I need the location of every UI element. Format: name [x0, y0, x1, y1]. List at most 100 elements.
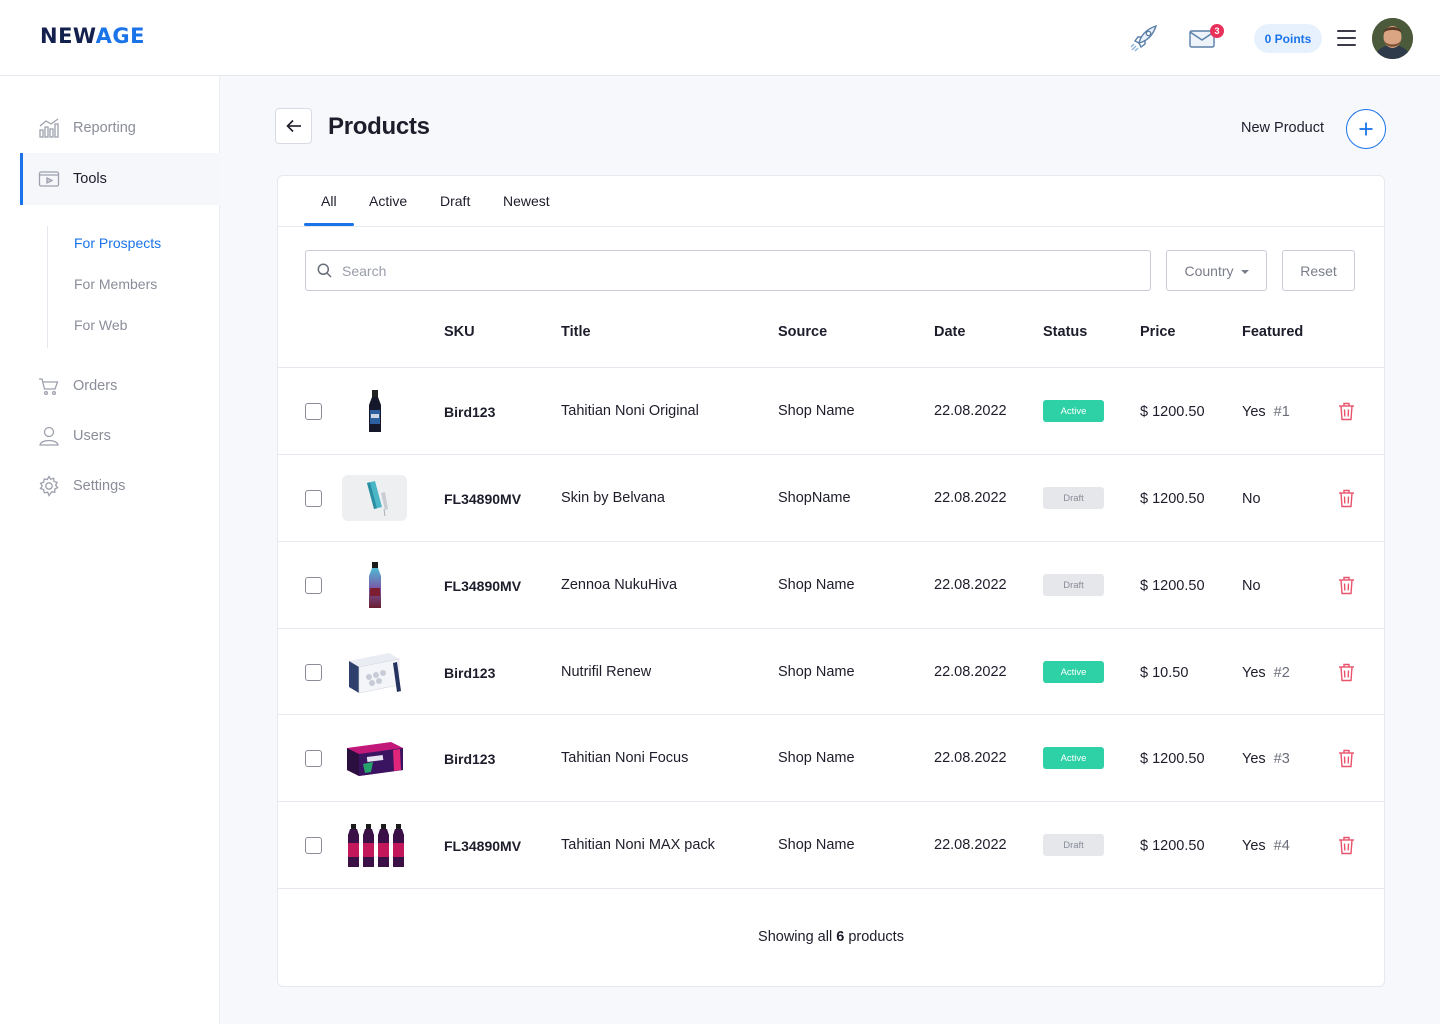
search-icon: [317, 263, 332, 278]
caret-down-icon: [1240, 269, 1249, 274]
row-checkbox[interactable]: [305, 577, 322, 594]
row-checkbox[interactable]: [305, 837, 322, 854]
row-checkbox[interactable]: [305, 664, 322, 681]
page-title: Products: [328, 113, 430, 140]
product-title[interactable]: Nutrifil Renew: [561, 664, 651, 680]
sidebar-item-tools[interactable]: Tools: [20, 153, 220, 205]
product-title[interactable]: Tahitian Noni Original: [561, 403, 699, 419]
tools-icon: [38, 168, 60, 190]
status-badge: Active: [1043, 747, 1104, 769]
featured-rank: #4: [1273, 838, 1290, 854]
product-price: $ 10.50: [1140, 665, 1189, 681]
table-row[interactable]: Bird123 Tahitian Noni Original Shop Name…: [278, 368, 1384, 455]
hamburger-icon[interactable]: [1337, 30, 1356, 46]
product-featured: Yes #4: [1242, 838, 1290, 854]
search-box[interactable]: [305, 250, 1151, 291]
status-badge: Active: [1043, 400, 1104, 422]
top-bar: NEWAGE 3 0 Points: [0, 0, 1440, 76]
delete-icon[interactable]: [1338, 489, 1355, 508]
tab-active[interactable]: Active: [369, 193, 407, 209]
column-header-price[interactable]: Price: [1140, 324, 1175, 340]
product-date: 22.08.2022: [934, 664, 1007, 680]
submenu-item-for-members[interactable]: For Members: [74, 276, 157, 292]
product-featured: Yes #3: [1242, 751, 1290, 767]
product-image: [342, 726, 407, 791]
product-source: Shop Name: [778, 577, 855, 593]
delete-icon[interactable]: [1338, 663, 1355, 682]
product-date: 22.08.2022: [934, 750, 1007, 766]
product-source: ShopName: [778, 490, 851, 506]
featured-value: Yes: [1242, 751, 1266, 767]
featured-value: Yes: [1242, 838, 1266, 854]
sidebar-item-settings[interactable]: Settings: [20, 461, 220, 511]
product-image: [342, 640, 407, 705]
column-header-date[interactable]: Date: [934, 324, 965, 340]
product-sku: Bird123: [444, 751, 496, 767]
reset-button[interactable]: Reset: [1282, 250, 1355, 291]
column-header-status[interactable]: Status: [1043, 324, 1087, 340]
product-title[interactable]: Tahitian Noni Focus: [561, 750, 688, 766]
table-row[interactable]: FL34890MV Zennoa NukuHiva Shop Name 22.0…: [278, 542, 1384, 629]
status-badge: Draft: [1043, 574, 1104, 596]
sidebar-item-label: Tools: [73, 171, 107, 187]
product-date: 22.08.2022: [934, 837, 1007, 853]
delete-icon[interactable]: [1338, 402, 1355, 421]
add-product-button[interactable]: [1346, 109, 1386, 149]
arrow-left-icon: [285, 119, 301, 133]
active-tab-indicator: [304, 223, 354, 226]
table-row[interactable]: Bird123 Nutrifil Renew Shop Name 22.08.2…: [278, 629, 1384, 715]
product-featured: Yes #2: [1242, 665, 1290, 681]
table-row[interactable]: Bird123 Tahitian Noni Focus Shop Name 22…: [278, 715, 1384, 802]
product-price: $ 1200.50: [1140, 491, 1205, 507]
submenu-item-for-prospects[interactable]: For Prospects: [74, 235, 161, 251]
product-image: [342, 553, 407, 618]
tab-all[interactable]: All: [321, 193, 337, 209]
product-title[interactable]: Skin by Belvana: [561, 490, 665, 506]
points-badge[interactable]: 0 Points: [1254, 24, 1322, 53]
column-header-title[interactable]: Title: [561, 324, 591, 340]
brand-logo[interactable]: NEWAGE: [40, 24, 145, 48]
country-dropdown[interactable]: Country: [1166, 250, 1267, 291]
product-source: Shop Name: [778, 837, 855, 853]
chart-icon: [38, 117, 60, 139]
delete-icon[interactable]: [1338, 749, 1355, 768]
product-source: Shop Name: [778, 664, 855, 680]
avatar[interactable]: [1372, 18, 1413, 59]
sidebar-item-reporting[interactable]: Reporting: [20, 103, 220, 153]
sidebar-item-orders[interactable]: Orders: [20, 361, 220, 411]
user-icon: [38, 425, 60, 447]
column-header-sku[interactable]: SKU: [444, 324, 475, 340]
logo-text-age: AGE: [95, 24, 145, 48]
country-dropdown-label: Country: [1184, 262, 1234, 279]
tab-newest[interactable]: Newest: [503, 193, 550, 209]
delete-icon[interactable]: [1338, 576, 1355, 595]
sidebar-item-users[interactable]: Users: [20, 411, 220, 461]
row-checkbox[interactable]: [305, 750, 322, 767]
product-date: 22.08.2022: [934, 577, 1007, 593]
product-image: [342, 813, 407, 878]
search-input[interactable]: [342, 262, 1122, 279]
product-source: Shop Name: [778, 403, 855, 419]
sidebar: Reporting Tools For Prospects For Member…: [0, 76, 220, 1024]
product-title[interactable]: Zennoa NukuHiva: [561, 577, 677, 593]
tab-draft[interactable]: Draft: [440, 193, 470, 209]
column-header-featured[interactable]: Featured: [1242, 324, 1303, 340]
status-badge: Draft: [1043, 487, 1104, 509]
submenu-item-for-web[interactable]: For Web: [74, 317, 127, 333]
product-title[interactable]: Tahitian Noni MAX pack: [561, 837, 715, 853]
column-header-source[interactable]: Source: [778, 324, 827, 340]
status-badge: Draft: [1043, 834, 1104, 856]
rocket-icon[interactable]: [1128, 22, 1160, 54]
delete-icon[interactable]: [1338, 836, 1355, 855]
results-prefix: Showing all: [758, 929, 833, 945]
back-button[interactable]: [275, 108, 312, 144]
mail-icon[interactable]: 3: [1186, 22, 1224, 54]
products-card: All Active Draft Newest Country Reset SK…: [277, 175, 1385, 987]
table-row[interactable]: FL34890MV Skin by Belvana ShopName 22.08…: [278, 455, 1384, 542]
sidebar-item-label: Users: [73, 428, 111, 444]
row-checkbox[interactable]: [305, 403, 322, 420]
new-product-label[interactable]: New Product: [1241, 120, 1324, 136]
row-checkbox[interactable]: [305, 490, 322, 507]
table-row[interactable]: FL34890MV Tahitian Noni MAX pack Shop Na…: [278, 802, 1384, 889]
logo-text-new: NEW: [40, 24, 96, 48]
